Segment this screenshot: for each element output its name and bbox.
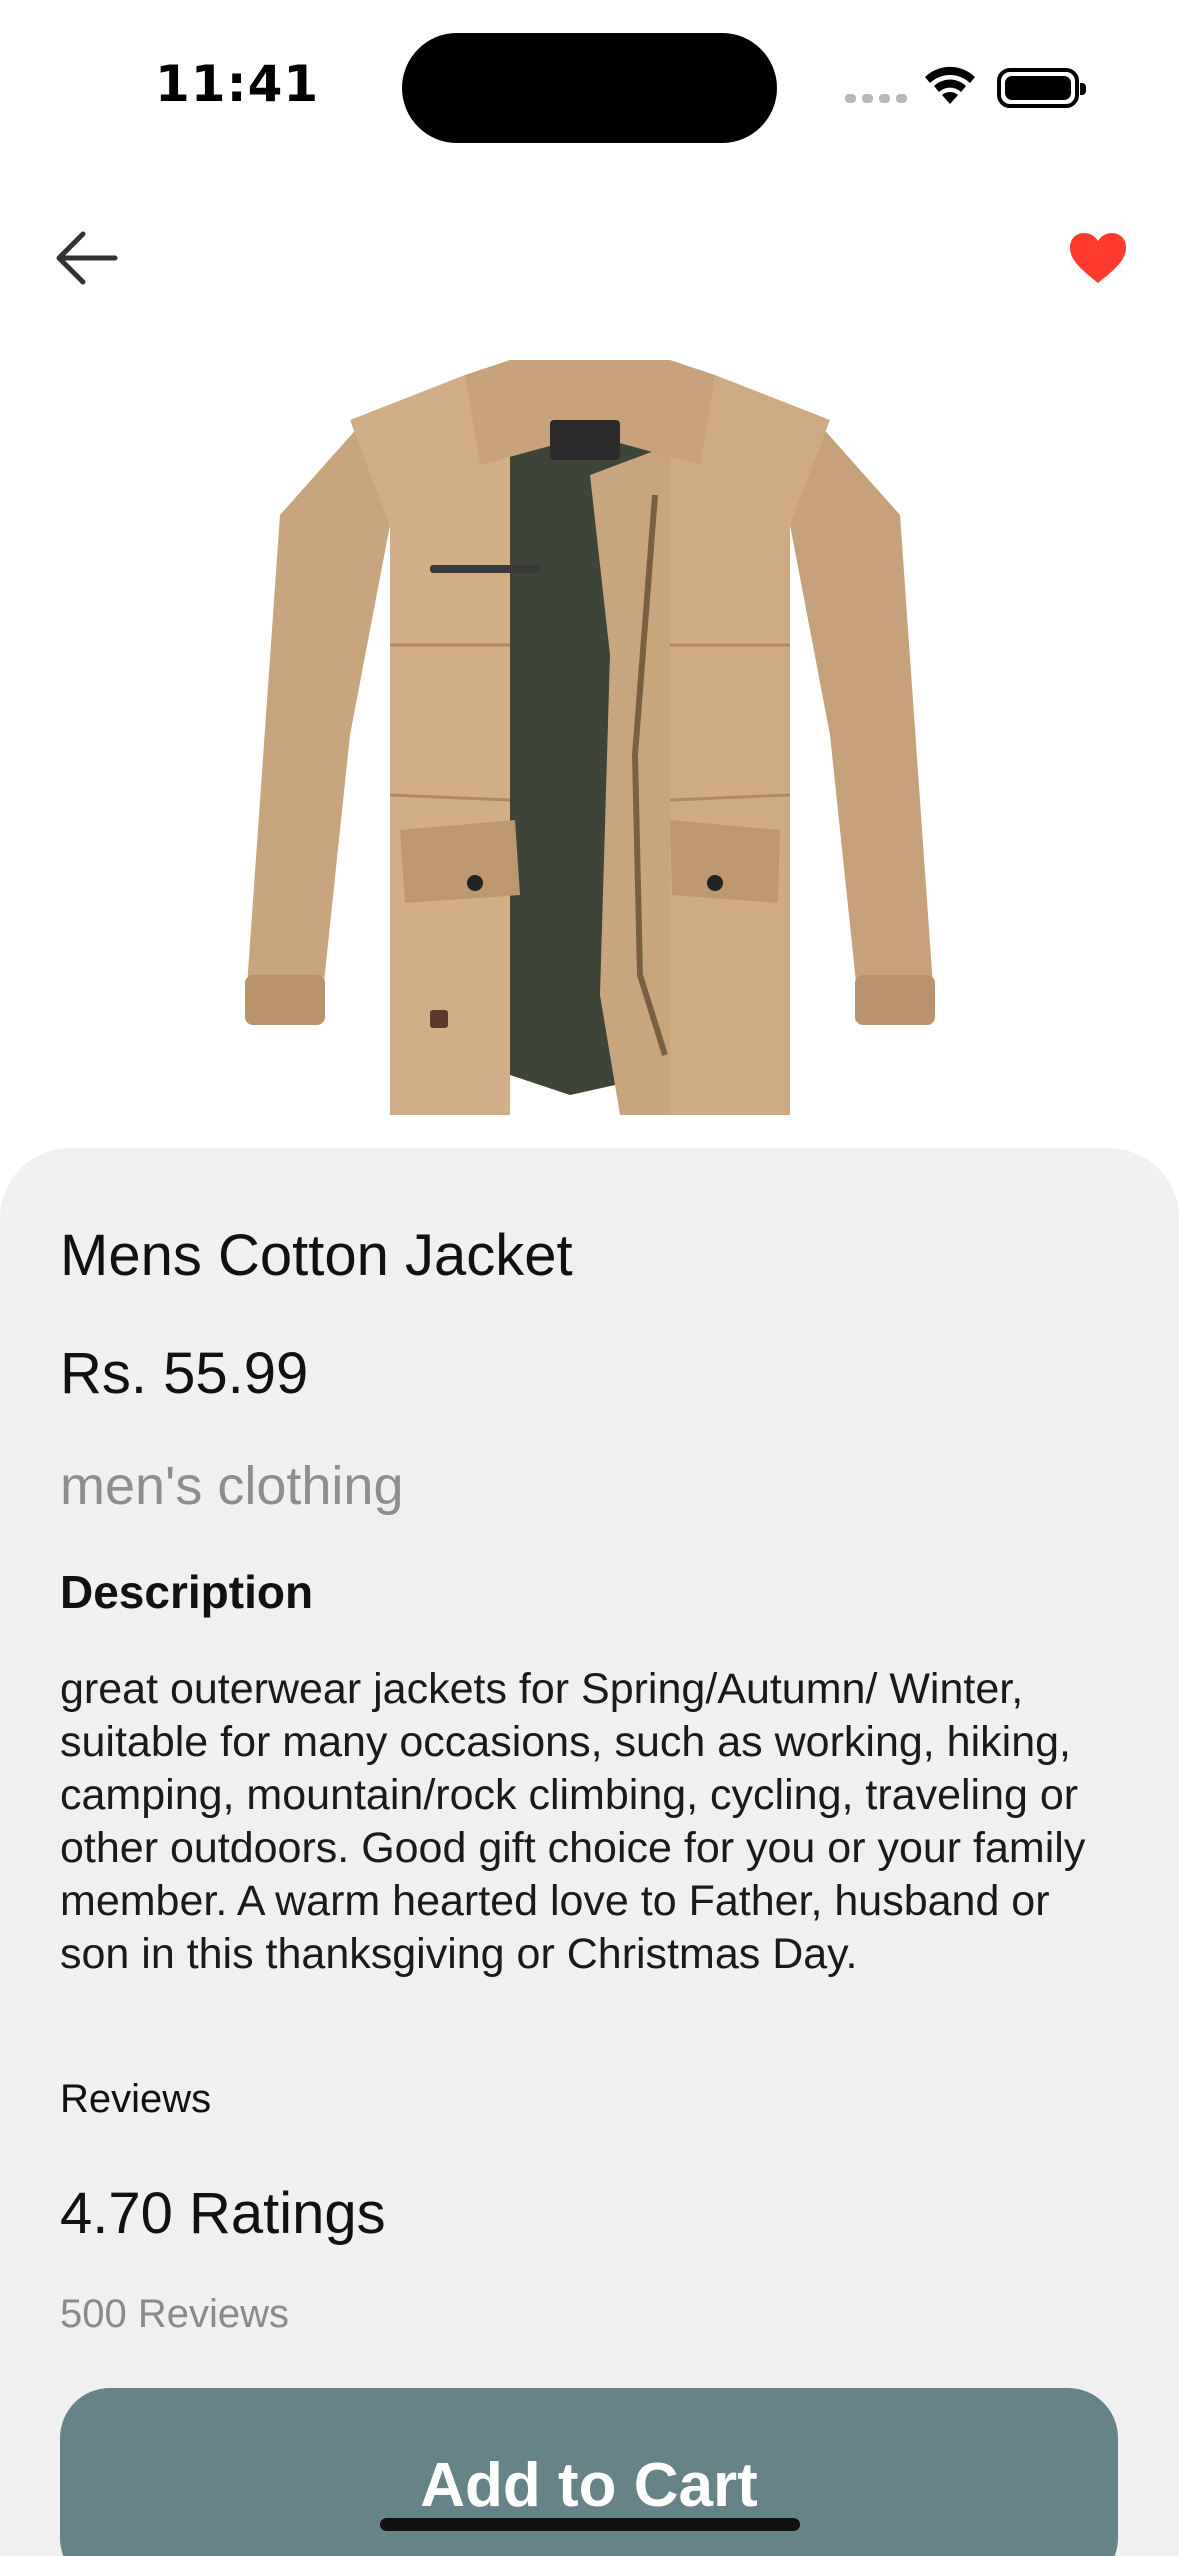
status-bar: 11:41 [0, 0, 1179, 170]
product-title: Mens Cotton Jacket [60, 1223, 573, 1288]
battery-icon [997, 68, 1086, 108]
home-indicator[interactable] [380, 2518, 800, 2531]
arrow-left-icon [56, 231, 117, 284]
back-button[interactable] [48, 225, 123, 290]
product-category: men's clothing [60, 1456, 404, 1516]
description-heading: Description [60, 1566, 314, 1618]
dynamic-island [402, 33, 777, 143]
product-description: great outerwear jackets for Spring/Autum… [60, 1665, 1086, 1978]
ratings-value: 4.70 Ratings [60, 2181, 386, 2246]
heart-icon [1070, 232, 1126, 283]
cellular-signal-icon [845, 94, 907, 103]
wifi-icon [925, 66, 975, 104]
status-time: 11:41 [155, 55, 320, 113]
reviews-heading: Reviews [60, 2077, 212, 2121]
favorite-button[interactable] [1063, 225, 1133, 290]
product-image [245, 360, 935, 1115]
product-detail-screen: 11:41 Mens Cotton Jacket Rs. 55.99 men's… [0, 0, 1179, 2556]
review-count: 500 Reviews [60, 2292, 290, 2336]
product-price: Rs. 55.99 [60, 1341, 309, 1406]
add-to-cart-label: Add to Cart [420, 2451, 758, 2520]
